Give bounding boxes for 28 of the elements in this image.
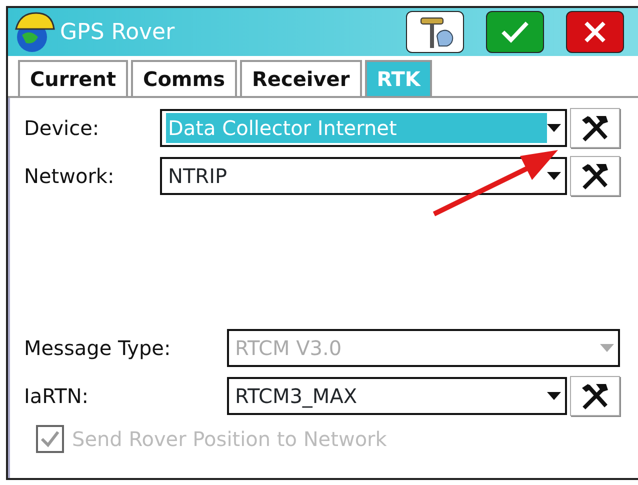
dropdown-field[interactable]: NTRIP bbox=[160, 157, 567, 195]
tools-button[interactable] bbox=[570, 156, 620, 196]
cancel-button[interactable] bbox=[566, 11, 624, 53]
caret-icon bbox=[600, 344, 614, 352]
caret-icon bbox=[547, 124, 561, 132]
caret-icon bbox=[547, 392, 561, 400]
tools-button[interactable] bbox=[570, 376, 620, 416]
window-title: GPS Rover bbox=[60, 18, 176, 46]
checkmark-icon bbox=[500, 20, 530, 44]
field-label: Network: bbox=[24, 163, 116, 190]
tab[interactable]: Comms bbox=[131, 60, 238, 96]
tab[interactable]: Receiver bbox=[240, 60, 362, 96]
checkbox-label: Send Rover Position to Network bbox=[72, 426, 387, 453]
field-label: IaRTN: bbox=[24, 383, 90, 410]
field-label: Message Type: bbox=[24, 335, 172, 362]
field-label: Device: bbox=[24, 115, 100, 142]
rover-button[interactable] bbox=[406, 11, 464, 53]
ok-button[interactable] bbox=[486, 11, 544, 53]
tools-icon bbox=[580, 114, 610, 142]
helmet-globe-icon bbox=[12, 11, 56, 53]
tools-icon bbox=[580, 382, 610, 410]
dropdown-field: RTCM V3.0 bbox=[227, 329, 620, 367]
tab[interactable]: Current bbox=[18, 60, 128, 96]
dropdown-field[interactable]: RTCM3_MAX bbox=[227, 377, 567, 415]
tools-icon bbox=[580, 162, 610, 190]
caret-icon bbox=[547, 172, 561, 180]
tools-button[interactable] bbox=[570, 108, 620, 148]
close-icon bbox=[583, 20, 607, 44]
